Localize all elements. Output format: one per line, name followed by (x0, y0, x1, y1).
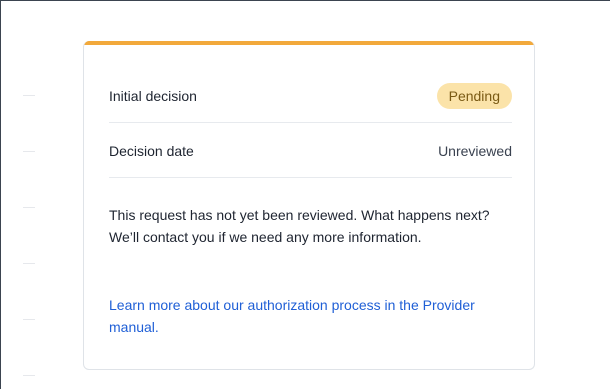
decision-status-card: Initial decision Pending Decision date U… (83, 41, 535, 370)
initial-decision-row: Initial decision Pending (109, 79, 512, 113)
review-status-message: This request has not yet been reviewed. … (109, 207, 490, 245)
tick-mark (23, 263, 35, 264)
tick-mark (23, 375, 35, 376)
tick-mark (23, 95, 35, 96)
row-divider (109, 177, 512, 178)
authorization-process-link[interactable]: Learn more about our authorization proce… (109, 294, 514, 338)
tick-mark (23, 151, 35, 152)
card-accent-bar (84, 41, 534, 45)
decision-date-row: Decision date Unreviewed (109, 134, 512, 168)
tick-mark (23, 319, 35, 320)
page: Initial decision Pending Decision date U… (0, 0, 610, 389)
tick-mark (23, 207, 35, 208)
row-divider (109, 122, 512, 123)
decision-date-label: Decision date (109, 143, 194, 159)
left-margin-ticks (23, 1, 37, 389)
status-badge: Pending (436, 83, 512, 109)
decision-date-value: Unreviewed (438, 143, 512, 159)
initial-decision-label: Initial decision (109, 88, 197, 104)
